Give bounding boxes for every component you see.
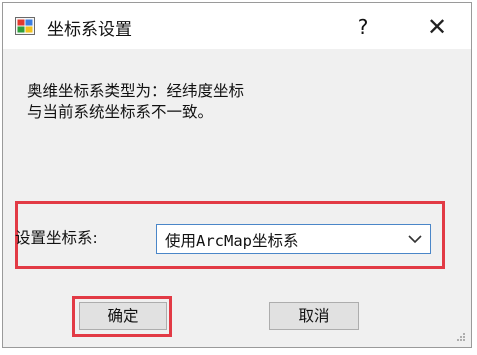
app-icon [15,17,35,35]
message-line-2: 与当前系统坐标系不一致。 [27,103,214,121]
close-button[interactable]: ✕ [417,11,457,43]
message-text: 奥维坐标系类型为：经纬度坐标 与当前系统坐标系不一致。 [27,81,244,123]
coordinate-select-value: 使用ArcMap坐标系 [165,232,299,250]
chevron-down-icon[interactable] [408,234,422,244]
help-button[interactable]: ? [343,11,383,43]
resize-grip-icon[interactable] [456,332,466,342]
coordinate-select[interactable]: 使用ArcMap坐标系 [156,224,431,254]
dialog-title: 坐标系设置 [47,20,132,40]
dialog-window: 坐标系设置 ? ✕ 奥维坐标系类型为：经纬度坐标 与当前系统坐标系不一致。 设置… [2,2,472,348]
ok-button[interactable]: 确定 [79,302,167,330]
coordinate-label: 设置坐标系: [15,229,98,247]
message-line-1: 奥维坐标系类型为：经纬度坐标 [27,82,245,100]
title-bar: 坐标系设置 ? ✕ [3,3,471,49]
cancel-button[interactable]: 取消 [269,302,359,330]
